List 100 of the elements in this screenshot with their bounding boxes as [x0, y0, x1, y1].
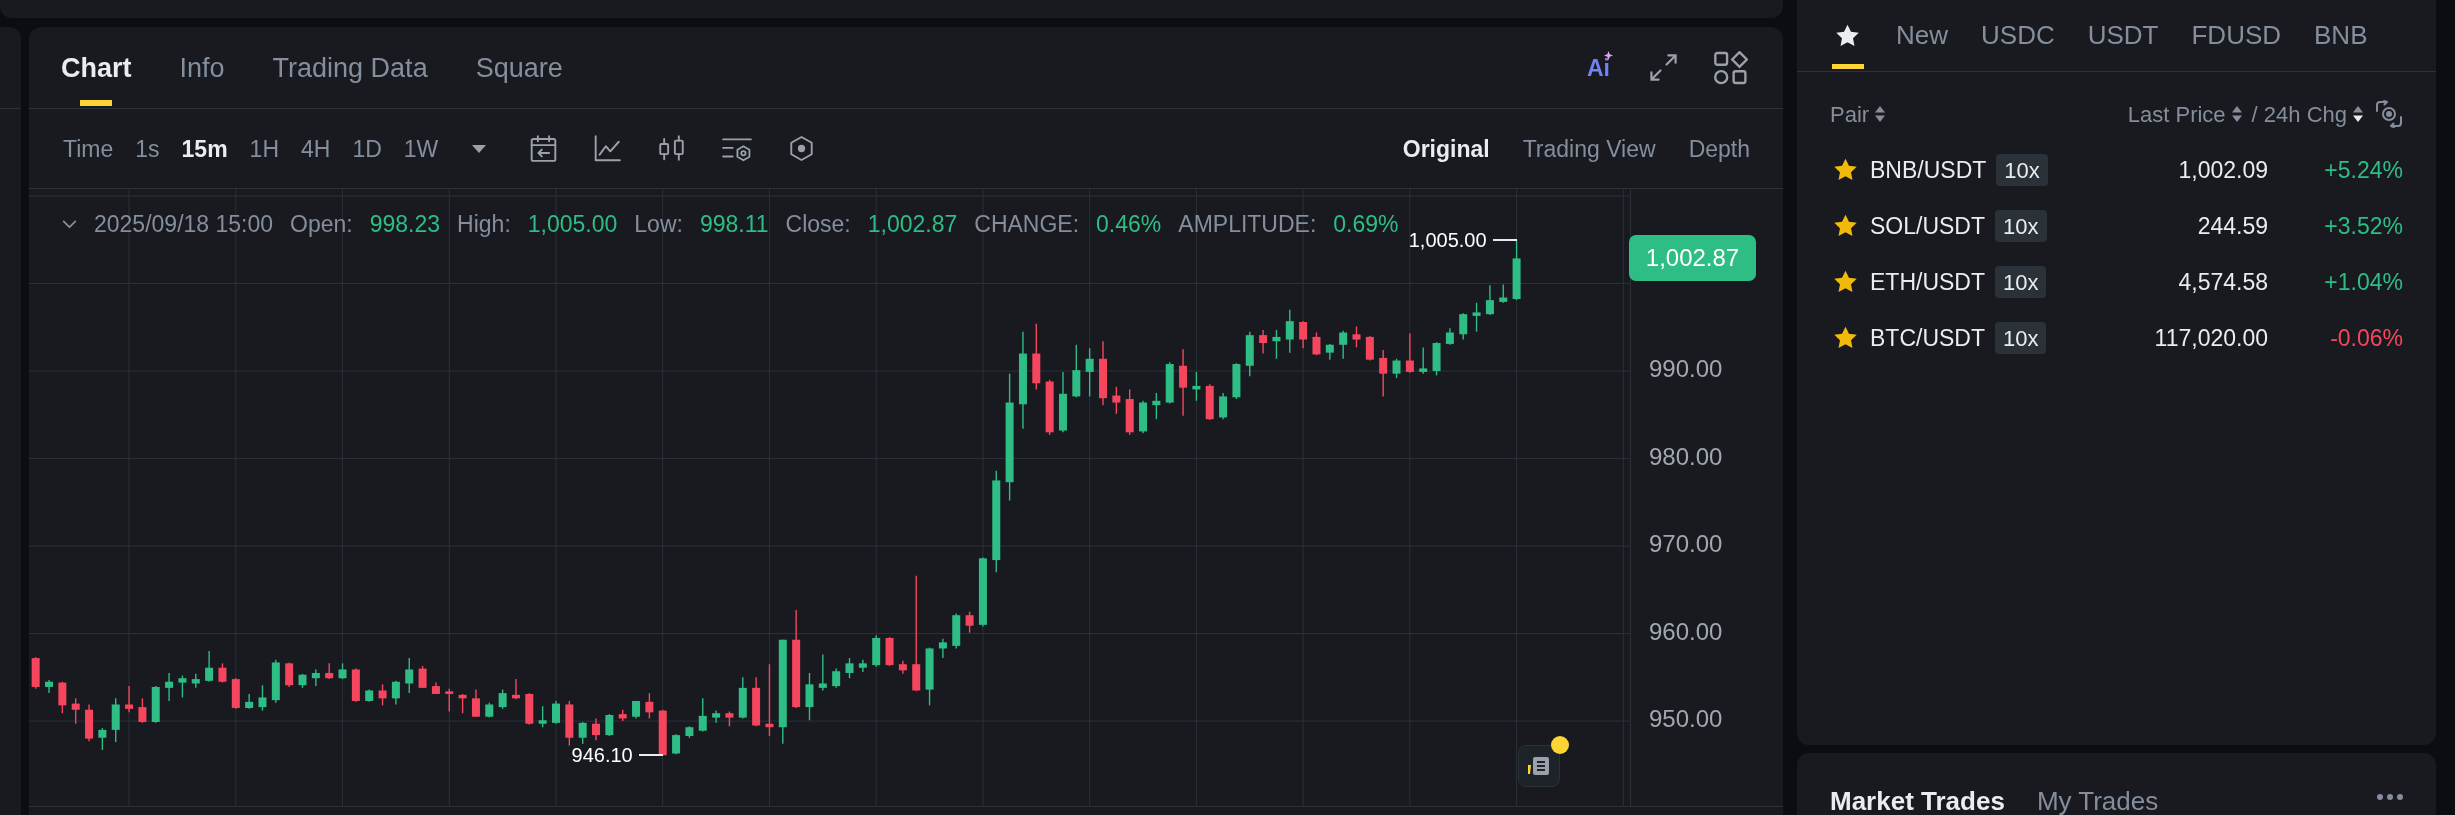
candlestick: [1485, 284, 1494, 316]
candlestick: [338, 662, 347, 680]
calendar-icon[interactable]: [530, 135, 558, 162]
interval-option[interactable]: 1D: [352, 134, 382, 163]
candlestick: [365, 688, 374, 703]
candlestick: [498, 688, 507, 710]
candlestick: [1245, 330, 1254, 377]
hexagon-icon[interactable]: [789, 136, 815, 161]
candlestick: [1472, 302, 1481, 333]
candlestick: [98, 727, 107, 751]
interval-option[interactable]: 1H: [249, 134, 279, 163]
candlestick: [738, 676, 747, 720]
candle-time: 2025/09/18 15:00: [94, 210, 274, 239]
chevron-down-icon[interactable]: [62, 219, 77, 229]
candlestick: [1232, 362, 1241, 400]
chart-tab[interactable]: Square: [475, 27, 563, 108]
candlestick: [258, 684, 267, 712]
candlestick: [1312, 331, 1321, 356]
candlestick: [1165, 361, 1174, 405]
candlestick: [351, 667, 360, 703]
candlestick: [71, 697, 80, 725]
legend-value: 0.69%: [1333, 210, 1399, 239]
candlestick: [1112, 386, 1121, 415]
candlestick: [938, 638, 947, 659]
candlestick: [1032, 323, 1041, 391]
candlestick: [538, 705, 547, 728]
grid-icon[interactable]: [1714, 50, 1748, 85]
pair-name[interactable]: SOL/USDT: [1870, 208, 1986, 244]
candlestick: [525, 692, 534, 726]
star-icon[interactable]: [1833, 158, 1858, 182]
legend-label: Open:: [290, 210, 353, 239]
candlestick: [245, 693, 254, 710]
price-marker-label: 1,005.00: [1408, 227, 1487, 253]
candlestick: [1085, 347, 1094, 398]
market-tab[interactable]: New: [1896, 0, 1948, 71]
candlestick: [1139, 400, 1148, 434]
candlestick: [845, 657, 854, 679]
document-icon: [1527, 756, 1551, 776]
list-settings-icon[interactable]: [722, 135, 753, 162]
pair-name[interactable]: BTC/USDT: [1870, 320, 1985, 356]
expand-icon[interactable]: [1649, 53, 1678, 82]
pair-name[interactable]: ETH/USDT: [1870, 264, 1985, 300]
candlestick: [151, 685, 160, 724]
candlestick: [1512, 239, 1521, 301]
candlestick-icon[interactable]: [658, 135, 686, 162]
interval-option[interactable]: 15m: [181, 134, 228, 163]
candlestick: [431, 681, 440, 695]
candlestick: [125, 685, 134, 714]
candlestick: [1059, 371, 1067, 433]
candlestick: [405, 657, 414, 694]
candlestick: [1459, 312, 1468, 341]
star-icon[interactable]: [1833, 270, 1858, 294]
candlestick: [805, 672, 814, 721]
rotate-icon[interactable]: [2375, 100, 2403, 128]
candlestick: [832, 667, 841, 689]
candlestick: [1352, 325, 1361, 349]
interval-option[interactable]: Time: [63, 134, 114, 163]
candlestick: [698, 697, 707, 733]
legend-label: AMPLITUDE:: [1178, 210, 1317, 239]
price-change: +1.04%: [2323, 267, 2403, 297]
chart-tab[interactable]: Chart: [61, 27, 132, 108]
legend-label: High:: [457, 210, 511, 239]
view-option[interactable]: Trading View: [1522, 134, 1656, 163]
candlestick: [1259, 329, 1268, 355]
chart-tab[interactable]: Trading Data: [272, 27, 428, 108]
candlestick: [578, 721, 587, 745]
interval-option[interactable]: 4H: [301, 134, 331, 163]
market-tab[interactable]: USDC: [1981, 0, 2055, 71]
market-tab[interactable]: FDUSD: [2191, 0, 2282, 71]
trades-tab[interactable]: My Trades: [2036, 785, 2159, 815]
candlestick: [271, 659, 280, 704]
sort-icon[interactable]: [2353, 106, 2363, 122]
candlestick: [1125, 388, 1134, 436]
more-icon[interactable]: [2377, 794, 2403, 800]
view-option[interactable]: Depth: [1688, 134, 1750, 163]
ai-button[interactable]: Ai: [1587, 54, 1613, 81]
market-tab[interactable]: USDT: [2087, 0, 2159, 71]
trades-tab[interactable]: Market Trades: [1830, 785, 2005, 815]
candlestick: [45, 679, 53, 694]
candlestick: [1392, 358, 1401, 379]
price-axis-label: 970.00: [1649, 530, 1723, 559]
candlestick: [511, 678, 520, 700]
news-button[interactable]: [1518, 745, 1560, 787]
star-icon[interactable]: [1833, 326, 1858, 350]
caret-icon[interactable]: [472, 144, 487, 153]
pair-name[interactable]: BNB/USDT: [1870, 152, 1987, 188]
candlestick: [138, 697, 147, 724]
last-price: 1,002.09: [2177, 155, 2268, 185]
legend-value: 1,002.87: [867, 210, 958, 239]
candlestick: [1379, 349, 1388, 398]
market-tab[interactable]: BNB: [2314, 0, 2368, 71]
interval-option[interactable]: 1s: [135, 134, 160, 163]
line-chart-icon[interactable]: [594, 135, 622, 162]
star-icon[interactable]: [1833, 214, 1858, 238]
candlestick: [445, 688, 454, 713]
candlestick: [1072, 344, 1081, 398]
candlestick: [592, 717, 600, 742]
view-option[interactable]: Original: [1402, 134, 1490, 163]
interval-option[interactable]: 1W: [403, 134, 439, 163]
chart-tab[interactable]: Info: [179, 27, 225, 108]
